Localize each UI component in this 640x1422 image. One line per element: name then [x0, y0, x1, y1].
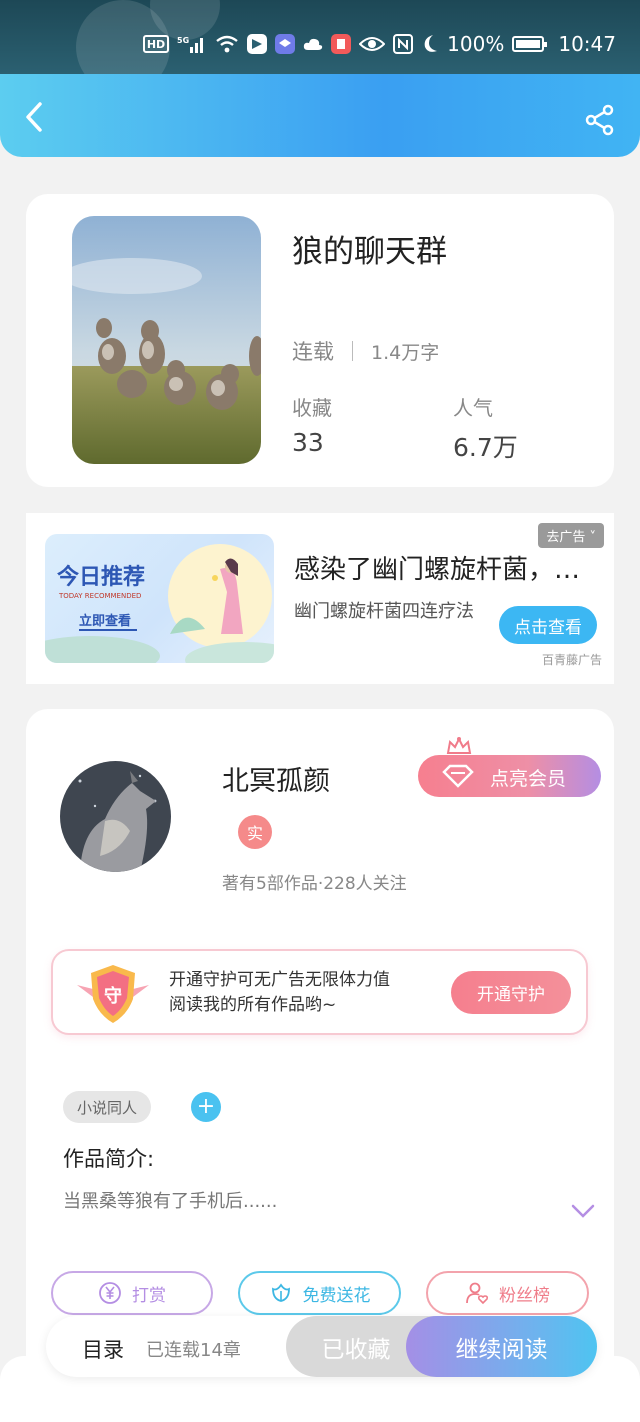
tip-label: 打赏 [132, 1285, 166, 1306]
nfc-icon [393, 33, 414, 55]
cloud-icon [303, 33, 323, 55]
tag-chip[interactable]: 小说同人 [63, 1091, 152, 1123]
hd-icon: HD [142, 35, 170, 53]
battery-percent: 100% [447, 32, 505, 56]
activate-vip-button[interactable]: 点亮会员 [418, 737, 601, 797]
yen-coin-icon [99, 1282, 121, 1304]
guard-description: 开通守护可无广告无限体力值 阅读我的所有作品哟~ [169, 968, 390, 1018]
free-flower-button[interactable]: 免费送花 [238, 1271, 401, 1315]
fans-ranking-label: 粉丝榜 [499, 1285, 550, 1306]
chapter-count[interactable]: 已连载14章 [146, 1336, 241, 1362]
ad-title[interactable]: 感染了幽门螺旋杆菌，3个方法帮你远离 [294, 549, 594, 586]
serial-status: 连载 [292, 340, 334, 364]
app-icon-blue [247, 34, 268, 54]
ad-banner-image[interactable]: 今日推荐 TODAY RECOMMENDED 立即查看 [45, 534, 274, 663]
book-info-card: 狼的聊天群 连载 1.4万字 收藏 33 人气 6.7万 [26, 194, 614, 487]
guard-shield-icon: 守 [75, 963, 151, 1025]
author-stats: 著有5部作品·228人关注 [222, 874, 407, 894]
add-tag-button[interactable]: + [191, 1092, 221, 1122]
toc-button[interactable]: 目录 [82, 1334, 124, 1364]
intro-text: 当黑桑等狼有了手机后...... [63, 1191, 278, 1212]
chevron-down-icon[interactable] [571, 1203, 595, 1219]
status-bar: HD 5G 100% 10:47 [0, 0, 640, 74]
favorites-label: 收藏 [292, 396, 332, 420]
book-status-row: 连载 1.4万字 [292, 336, 439, 366]
guard-promo-box: 守 开通守护可无广告无限体力值 阅读我的所有作品哟~ 开通守护 [51, 949, 588, 1035]
continue-reading-button[interactable]: 继续阅读 [406, 1316, 597, 1377]
author-card: 北冥孤颜 实 著有5部作品·228人关注 点亮会员 守 开通守护可无广告无限体力… [26, 709, 614, 1389]
verified-badge: 实 [238, 815, 272, 849]
ad-card[interactable]: 今日推荐 TODAY RECOMMENDED 立即查看 去广告 ˅ 感染了幽门螺… [26, 513, 614, 684]
user-heart-icon [466, 1282, 489, 1305]
wifi-icon [215, 33, 239, 55]
battery-icon [512, 36, 548, 52]
moon-icon [421, 33, 439, 55]
guard-line-2: 阅读我的所有作品哟~ [169, 995, 337, 1015]
tip-button[interactable]: 打赏 [51, 1271, 213, 1315]
free-flower-label: 免费送花 [302, 1285, 371, 1306]
svg-text:今日推荐: 今日推荐 [57, 564, 145, 590]
bottom-action-bar: 目录 已连载14章 已收藏 继续阅读 [46, 1316, 597, 1377]
book-title: 狼的聊天群 [292, 234, 447, 270]
share-icon[interactable] [584, 104, 616, 136]
ad-description[interactable]: 幽门螺旋杆菌四连疗法 [294, 599, 474, 624]
fans-ranking-button[interactable]: 粉丝榜 [426, 1271, 589, 1315]
flower-icon [271, 1283, 290, 1302]
5g-signal-icon: 5G [177, 33, 207, 55]
svg-text:立即查看: 立即查看 [79, 613, 131, 629]
divider [352, 341, 353, 361]
author-name[interactable]: 北冥孤颜 [222, 759, 330, 798]
eye-icon [359, 33, 386, 55]
author-avatar[interactable] [60, 761, 171, 872]
popularity-count: 6.7万 [453, 433, 518, 462]
crown-icon [446, 737, 472, 754]
favorites-count: 33 [292, 428, 324, 457]
app-icon-red [331, 34, 352, 54]
word-count: 1.4万字 [371, 341, 440, 364]
header-bar [0, 74, 640, 157]
diamond-icon [442, 764, 474, 788]
clock: 10:47 [558, 32, 616, 56]
popularity-label: 人气 [453, 396, 493, 420]
remove-ad-tag[interactable]: 去广告 ˅ [538, 523, 604, 548]
chevron-left-icon[interactable] [20, 102, 50, 132]
svg-text:TODAY RECOMMENDED: TODAY RECOMMENDED [58, 592, 141, 600]
svg-text:守: 守 [104, 985, 122, 1007]
ad-source-label: 百青藤广告 [541, 653, 602, 667]
svg-text:5G: 5G [177, 36, 189, 45]
open-guard-button[interactable]: 开通守护 [451, 971, 571, 1014]
vip-button-label: 点亮会员 [490, 768, 567, 790]
ad-view-button[interactable]: 点击查看 [499, 606, 597, 644]
app-icon-purple [275, 34, 296, 54]
book-cover-image[interactable] [72, 216, 261, 464]
status-icons: HD 5G 100% 10:47 [142, 32, 616, 56]
intro-label: 作品简介: [63, 1147, 155, 1171]
guard-line-1: 开通守护可无广告无限体力值 [169, 970, 390, 990]
